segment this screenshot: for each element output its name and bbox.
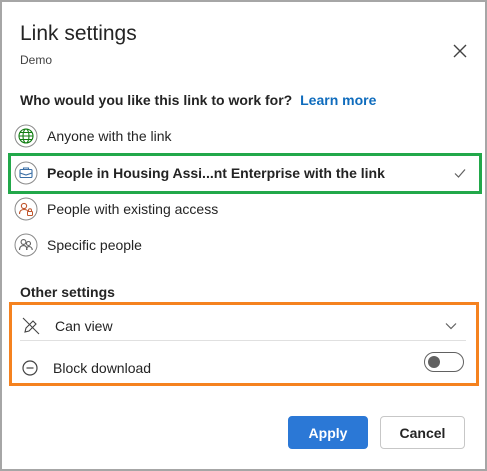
cancel-button[interactable]: Cancel — [380, 416, 465, 449]
block-download-toggle[interactable] — [424, 352, 464, 372]
link-settings-dialog: Link settings Demo Who would you like th… — [0, 0, 487, 471]
permission-label: Can view — [55, 317, 113, 334]
existing-access-icon — [14, 197, 38, 221]
option-label: Specific people — [47, 237, 142, 253]
block-download-label: Block download — [53, 360, 152, 376]
dialog-title: Link settings — [20, 22, 137, 45]
option-label: Anyone with the link — [47, 128, 172, 144]
apply-button[interactable]: Apply — [288, 416, 368, 449]
other-settings-heading: Other settings — [20, 284, 115, 300]
selected-option-highlight — [8, 153, 482, 194]
block-download-row: Block download — [20, 354, 466, 382]
option-existing-access[interactable]: People with existing access — [10, 191, 481, 227]
toggle-knob — [428, 356, 440, 368]
chevron-down-icon — [445, 323, 457, 330]
option-specific-people[interactable]: Specific people — [10, 227, 481, 263]
audience-question: Who would you like this link to work for… — [20, 92, 376, 108]
globe-icon — [14, 124, 38, 148]
option-anyone-with-link[interactable]: Anyone with the link — [10, 118, 481, 154]
close-icon — [453, 44, 467, 58]
dialog-subtitle: Demo — [20, 53, 53, 67]
pencil-off-icon — [22, 317, 40, 334]
close-button[interactable] — [448, 39, 472, 63]
learn-more-link[interactable]: Learn more — [300, 92, 376, 108]
option-label: People with existing access — [47, 201, 219, 217]
people-icon — [14, 233, 38, 257]
audience-question-text: Who would you like this link to work for… — [20, 92, 293, 108]
block-icon — [22, 360, 38, 376]
permission-dropdown[interactable]: Can view — [20, 311, 466, 341]
